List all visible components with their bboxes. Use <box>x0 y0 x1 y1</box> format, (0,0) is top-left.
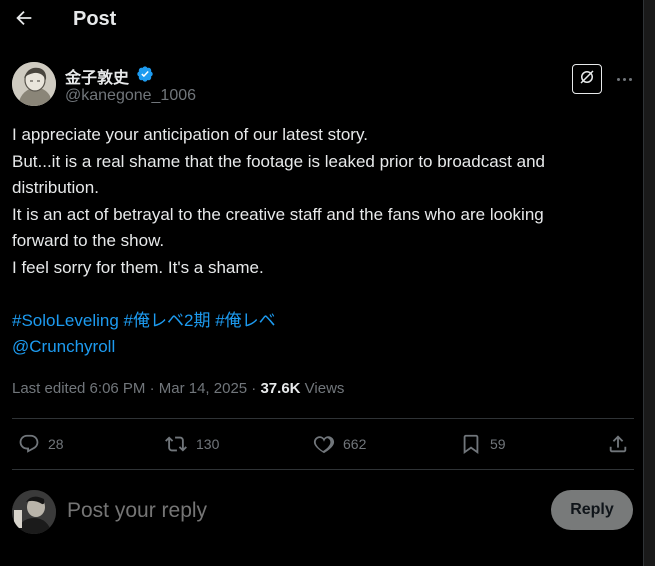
views-label: Views <box>300 380 345 397</box>
repost-count: 130 <box>196 436 220 452</box>
share-action[interactable] <box>607 424 629 464</box>
divider <box>12 469 634 470</box>
reply-button[interactable]: Reply <box>551 490 633 530</box>
author-handle[interactable]: @kanegone_1006 <box>65 87 196 105</box>
header: Post <box>0 0 643 42</box>
verified-badge-icon <box>136 65 154 83</box>
tweet-line: It is an act of betrayal to the creative… <box>12 204 544 224</box>
tweet-line: I feel sorry for them. It's a shame. <box>12 257 264 277</box>
hashtag-link[interactable]: #俺レベ2期 <box>124 311 211 330</box>
mention-line: @Crunchyroll <box>12 334 632 361</box>
edited-timestamp[interactable]: Last edited 6:06 PM · Mar 14, 2025 · <box>12 380 260 397</box>
action-bar: 28 130 662 59 <box>0 424 643 464</box>
author-name[interactable]: 金子敦史 <box>65 64 129 88</box>
repost-action[interactable]: 130 <box>164 424 219 464</box>
hashtag-link[interactable]: #俺レベ <box>215 311 275 330</box>
like-count: 662 <box>343 436 367 452</box>
grok-button[interactable] <box>572 64 602 94</box>
mention-link[interactable]: @Crunchyroll <box>12 337 115 356</box>
share-icon <box>607 433 629 455</box>
tweet-text: I appreciate your anticipation of our la… <box>12 122 632 361</box>
post-meta: Last edited 6:06 PM · Mar 14, 2025 · 37.… <box>12 380 344 397</box>
reply-action[interactable]: 28 <box>18 424 64 464</box>
repost-icon <box>164 433 188 455</box>
reply-icon <box>18 433 40 455</box>
hashtag-line: #SoloLeveling #俺レベ2期 #俺レベ <box>12 308 632 335</box>
reply-input[interactable] <box>67 496 537 526</box>
heart-icon <box>313 433 335 455</box>
like-action[interactable]: 662 <box>313 424 366 464</box>
arrow-left-icon <box>13 7 35 34</box>
bookmark-action[interactable]: 59 <box>460 424 506 464</box>
scrollbar[interactable] <box>644 0 655 566</box>
reply-count: 28 <box>48 436 64 452</box>
back-button[interactable] <box>10 6 38 34</box>
tweet-line: forward to the show. <box>12 231 165 250</box>
tweet-line: I appreciate your anticipation of our la… <box>12 125 368 144</box>
page-title: Post <box>73 8 117 30</box>
tweet-line: But...it is a real shame that the footag… <box>12 151 545 171</box>
tweet-line: distribution. <box>12 178 99 197</box>
user-avatar[interactable] <box>12 490 56 534</box>
hashtag-link[interactable]: #SoloLeveling <box>12 311 119 330</box>
divider <box>12 418 634 419</box>
author-avatar[interactable] <box>12 62 56 106</box>
bookmark-icon <box>460 433 482 455</box>
views-count: 37.6K <box>260 380 301 397</box>
bookmark-count: 59 <box>490 436 506 452</box>
more-options-icon[interactable] <box>612 68 636 90</box>
grok-icon <box>578 68 596 91</box>
